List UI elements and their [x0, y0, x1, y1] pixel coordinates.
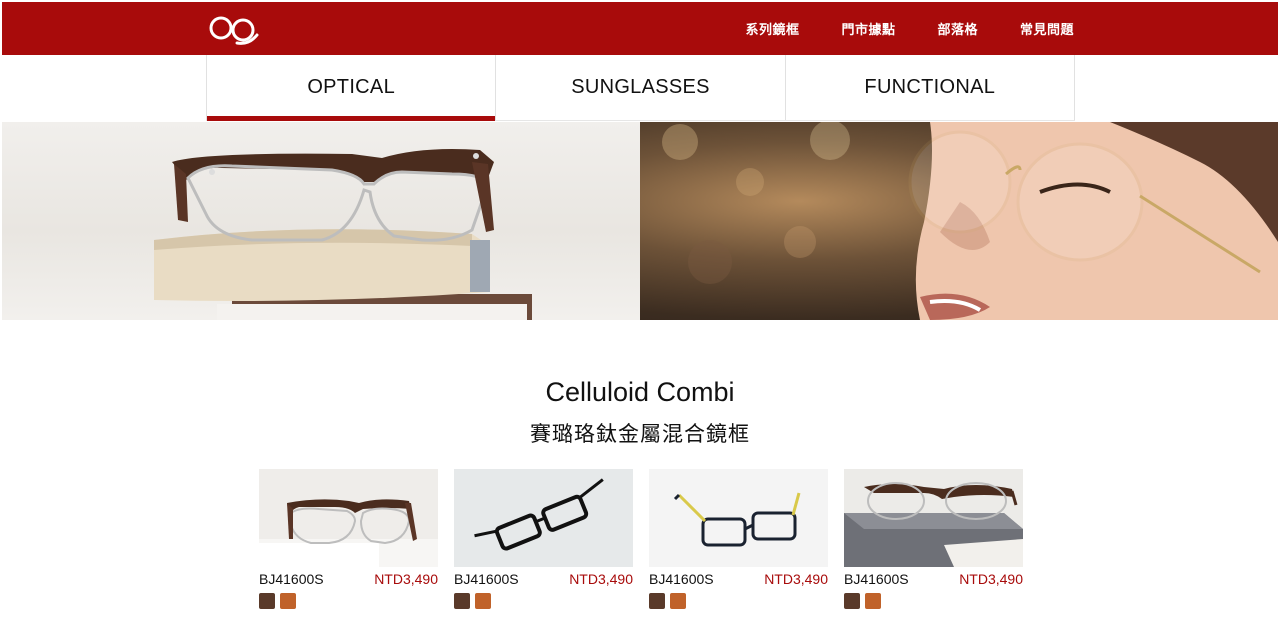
glasses-logo-icon[interactable]: [207, 11, 263, 47]
tab-sunglasses[interactable]: SUNGLASSES: [495, 55, 784, 120]
nav-item-collections[interactable]: 系列鏡框: [745, 19, 799, 38]
color-swatch-orange[interactable]: [865, 593, 881, 609]
product-price: NTD3,490: [374, 571, 438, 587]
section-title: Celluloid Combi: [545, 377, 735, 407]
color-swatch-orange[interactable]: [280, 593, 296, 609]
color-swatches: [649, 593, 828, 609]
product-image[interactable]: [649, 469, 828, 567]
hero-banner: [2, 122, 1278, 320]
color-swatches: [259, 593, 438, 609]
product-sku: BJ41600S: [649, 571, 714, 587]
product-card[interactable]: BJ41600S NTD3,490: [649, 469, 828, 609]
product-sku: BJ41600S: [259, 571, 324, 587]
nav-item-blog[interactable]: 部落格: [937, 19, 978, 38]
section-subtitle: 賽璐珞鈦金屬混合鏡框: [530, 423, 750, 446]
nav-item-stores[interactable]: 門市據點: [841, 19, 895, 38]
product-card[interactable]: BJ41600S NTD3,490: [454, 469, 633, 609]
tab-label: SUNGLASSES: [571, 76, 710, 98]
tab-label: FUNCTIONAL: [864, 76, 996, 98]
color-swatch-orange[interactable]: [670, 593, 686, 609]
hero-image-glasses-on-book: [2, 122, 640, 320]
color-swatch-brown[interactable]: [844, 593, 860, 609]
product-price: NTD3,490: [569, 571, 633, 587]
tab-functional[interactable]: FUNCTIONAL: [784, 55, 1075, 120]
tab-label: OPTICAL: [307, 76, 395, 98]
color-swatches: [844, 593, 1023, 609]
color-swatches: [454, 593, 633, 609]
product-image[interactable]: [259, 469, 438, 567]
tab-optical[interactable]: OPTICAL: [206, 55, 496, 121]
product-sku: BJ41600S: [844, 571, 909, 587]
color-swatch-orange[interactable]: [475, 593, 491, 609]
product-card[interactable]: BJ41600S NTD3,490: [259, 469, 438, 609]
color-swatch-brown[interactable]: [259, 593, 275, 609]
product-price: NTD3,490: [959, 571, 1023, 587]
product-grid: BJ41600S NTD3,490 BJ41600S NTD3,490 BJ41…: [259, 469, 1023, 609]
product-price: NTD3,490: [764, 571, 828, 587]
nav-item-faq[interactable]: 常見問題: [1020, 19, 1074, 38]
category-tabs: OPTICAL SUNGLASSES FUNCTIONAL: [206, 55, 1075, 121]
product-image[interactable]: [454, 469, 633, 567]
product-image[interactable]: [844, 469, 1023, 567]
top-header: 系列鏡框 門市據點 部落格 常見問題: [2, 2, 1278, 55]
color-swatch-brown[interactable]: [454, 593, 470, 609]
main-nav: 系列鏡框 門市據點 部落格 常見問題: [745, 2, 1074, 55]
product-card[interactable]: BJ41600S NTD3,490: [844, 469, 1023, 609]
product-sku: BJ41600S: [454, 571, 519, 587]
color-swatch-brown[interactable]: [649, 593, 665, 609]
hero-image-woman-wearing-glasses: [640, 122, 1278, 320]
